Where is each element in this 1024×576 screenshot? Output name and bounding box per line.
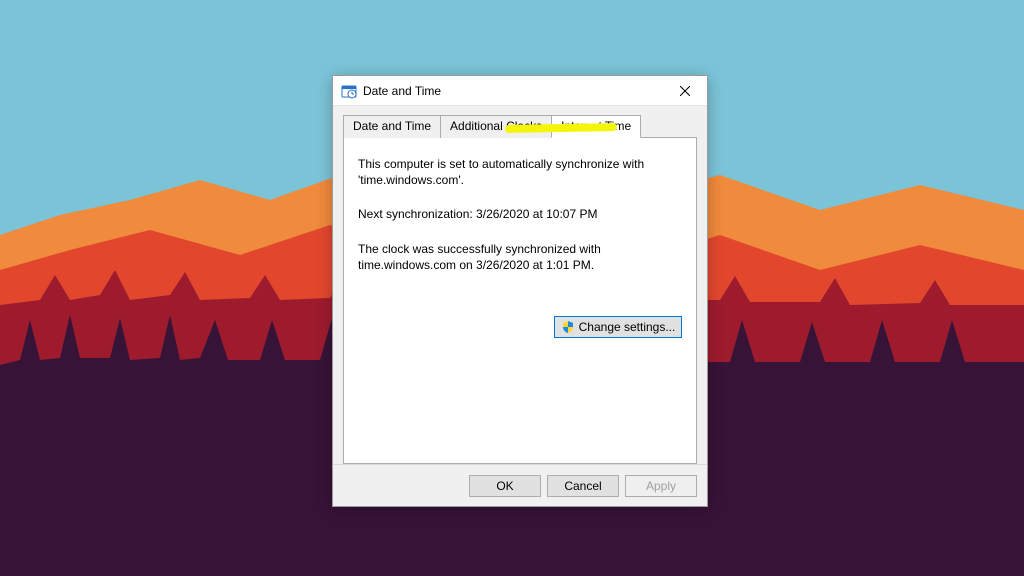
- uac-shield-icon: [561, 320, 575, 334]
- dialog-content: Date and Time Additional Clocks Internet…: [333, 106, 707, 464]
- close-button[interactable]: [662, 76, 707, 106]
- tab-row: Date and Time Additional Clocks Internet…: [343, 114, 697, 138]
- change-settings-button[interactable]: Change settings...: [554, 316, 682, 338]
- dialog-button-bar: OK Cancel Apply: [333, 464, 707, 506]
- ok-button[interactable]: OK: [469, 475, 541, 497]
- date-time-dialog: Date and Time Date and Time Additional C…: [332, 75, 708, 507]
- change-settings-label: Change settings...: [579, 320, 676, 334]
- last-sync-text: The clock was successfully synchronized …: [358, 241, 682, 273]
- date-time-icon: [341, 83, 357, 99]
- tab-panel-internet-time: This computer is set to automatically sy…: [343, 138, 697, 464]
- dialog-title: Date and Time: [363, 84, 662, 98]
- titlebar: Date and Time: [333, 76, 707, 106]
- tab-additional-clocks[interactable]: Additional Clocks: [440, 115, 552, 138]
- tab-internet-time[interactable]: Internet Time: [551, 115, 641, 138]
- apply-button: Apply: [625, 475, 697, 497]
- tab-date-and-time[interactable]: Date and Time: [343, 115, 441, 138]
- cancel-button[interactable]: Cancel: [547, 475, 619, 497]
- next-sync-text: Next synchronization: 3/26/2020 at 10:07…: [358, 206, 682, 222]
- sync-status-text: This computer is set to automatically sy…: [358, 156, 682, 188]
